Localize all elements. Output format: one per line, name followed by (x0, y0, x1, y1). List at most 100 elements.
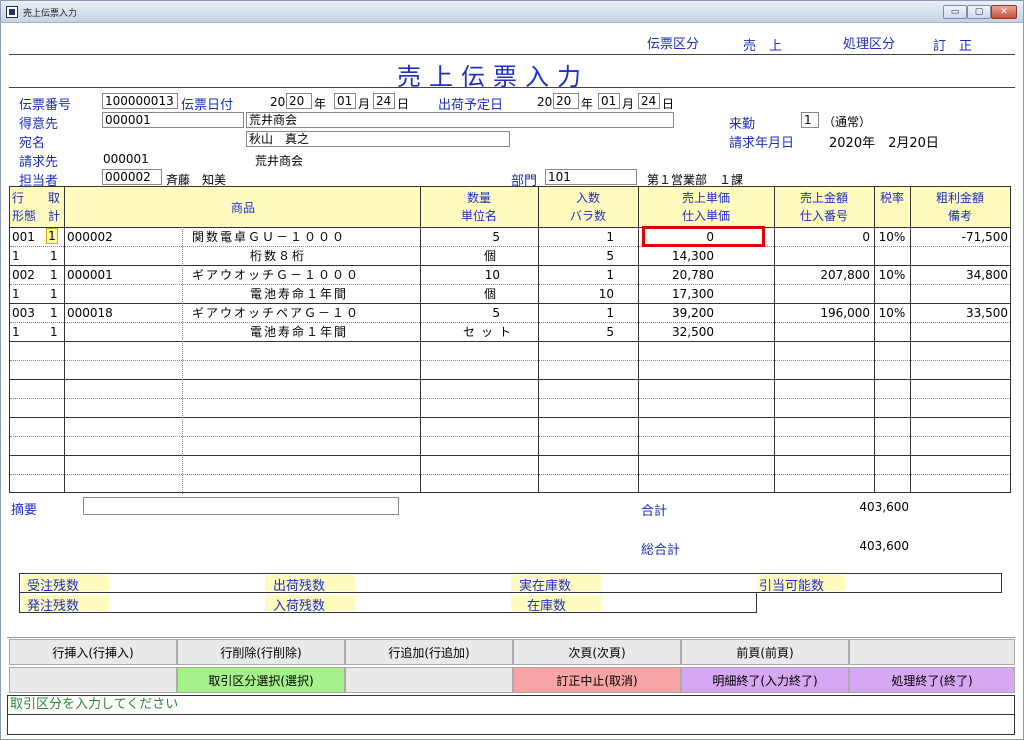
end-detail-button[interactable]: 明細終了(入力終了) (681, 667, 849, 693)
row-arari: -71,500 (961, 230, 1008, 244)
hdr-shiire-tanka: 仕入単価 (681, 209, 730, 223)
hdr-uri-kingaku: 売上金額 (799, 191, 848, 205)
row-code: 000018 (67, 306, 113, 320)
row-uri-kingaku: 0 (862, 230, 870, 244)
row-keitai: 1 (12, 325, 20, 339)
seikyu-date-label: 請求年月日 (729, 136, 795, 151)
jitsuzaiko-label: 実在庫数 (511, 575, 601, 594)
raikin-field[interactable]: 1 (801, 112, 819, 128)
ship-month-label: 月 (622, 97, 635, 111)
select-torihiki-button[interactable]: 取引区分選択(選択) (177, 667, 345, 693)
hdr-shohin: 商品 (230, 201, 255, 215)
blank-button-2[interactable] (9, 667, 177, 693)
gokei-value: 403,600 (859, 500, 909, 514)
ship-date-label: 出荷予定日 (438, 98, 504, 113)
row-shiire-tanka: 14,300 (672, 249, 714, 263)
delete-row-button[interactable]: 行削除(行削除) (177, 639, 345, 665)
focus-highlight (642, 226, 765, 247)
end-process-button[interactable]: 処理終了(終了) (849, 667, 1015, 693)
tokuisaki-name-field[interactable]: 荒井商会 (246, 112, 674, 128)
next-page-button[interactable]: 次頁(次頁) (513, 639, 681, 665)
row-suryo: 10 (484, 268, 500, 282)
row-name: ギアウオッチペアＧ－１０ (192, 306, 361, 320)
blank-button-3[interactable] (345, 667, 513, 693)
ship-month-field[interactable]: 01 (598, 93, 620, 109)
stock-row-2 (19, 593, 757, 613)
row-suryo: 5 (492, 306, 500, 320)
tokuisaki-code-field[interactable]: 000001 (102, 112, 244, 128)
row-desc: 電池寿命１年間 (250, 325, 349, 339)
row-uri-kingaku: 196,000 (820, 306, 870, 320)
denpyo-date-label: 伝票日付 (181, 98, 234, 113)
cancel-edit-button[interactable]: 訂正中止(取消) (513, 667, 681, 693)
row-tori-input[interactable]: 1 (46, 228, 58, 244)
prev-page-button[interactable]: 前頁(前頁) (681, 639, 849, 665)
detail-grid: 行 取 形態 計 商品 数量 単位名 入数 バラ数 売上単価 仕入単価 売上金額… (9, 186, 1011, 494)
hdr-tori: 取 (48, 191, 61, 205)
row-gyo: 002 (12, 268, 35, 282)
tantosha-code-field[interactable]: 000002 (102, 169, 162, 185)
nyuka-label: 入荷残数 (265, 595, 355, 614)
status-bar-2 (7, 715, 1015, 735)
row-gyo: 001 (12, 230, 35, 244)
shukka-label: 出荷残数 (265, 575, 355, 594)
insert-row-button[interactable]: 行挿入(行挿入) (9, 639, 177, 665)
juchu-label: 受注残数 (21, 575, 109, 594)
row-gyo: 003 (12, 306, 35, 320)
row-zei: 10% (878, 306, 906, 320)
seikyu-date-value: 2020年 2月20日 (829, 136, 939, 151)
row-suryo: 5 (492, 230, 500, 244)
row-tori: 1 (50, 268, 58, 282)
add-row-button[interactable]: 行追加(行追加) (345, 639, 513, 665)
hatchu-label: 発注残数 (21, 595, 109, 614)
ship-day-field[interactable]: 24 (638, 93, 660, 109)
denpyo-kubun-label: 伝票区分 (647, 37, 700, 52)
row-code: 000002 (67, 230, 113, 244)
hdr-irisu: 入数 (575, 191, 600, 205)
ship-year-field[interactable]: 20 (553, 93, 579, 109)
denpyo-year-field[interactable]: 20 (286, 93, 312, 109)
denpyo-kubun-value: 売 上 (743, 39, 783, 54)
header-divider (9, 54, 1015, 55)
denpyo-day-field[interactable]: 24 (373, 93, 395, 109)
row-shiire-tanka: 17,300 (672, 287, 714, 301)
row-uri-tanka: 39,200 (672, 306, 714, 320)
row-desc: 桁数８桁 (250, 249, 307, 263)
atena-field[interactable]: 秋山 真之 (246, 131, 510, 147)
bumon-code-field[interactable]: 101 (545, 169, 637, 185)
seikyusaki-code: 000001 (103, 152, 149, 166)
button-divider (7, 637, 1015, 638)
shori-kubun-value: 訂 正 (933, 39, 973, 54)
raikin-label: 来勤 (729, 117, 756, 132)
atena-label: 宛名 (19, 136, 46, 151)
hdr-arari: 粗利金額 (935, 191, 984, 205)
denpyo-no-field[interactable]: 100000013 (102, 93, 178, 109)
close-button[interactable]: ✕ (991, 5, 1017, 19)
main-window: 売上伝票入力 ▭ ▢ ✕ 伝票区分 売 上 処理区分 訂 正 売上伝票入力 伝票… (0, 0, 1024, 740)
app-icon (6, 6, 18, 18)
hdr-zeiritsu: 税率 (879, 191, 904, 205)
hdr-biko: 備考 (947, 209, 972, 223)
blank-button-1[interactable] (849, 639, 1015, 665)
maximize-button[interactable]: ▢ (967, 5, 991, 19)
ship-year-label: 年 (581, 97, 594, 111)
row-keitai: 1 (12, 287, 20, 301)
ship-day-label: 日 (662, 97, 675, 111)
tekiyo-label: 摘要 (11, 503, 38, 518)
row-name: ギアウオッチＧ－１０００ (192, 268, 361, 282)
sogokei-label: 総合計 (641, 543, 681, 558)
gokei-label: 合計 (641, 504, 668, 519)
denpyo-month-field[interactable]: 01 (334, 93, 356, 109)
denpyo-date-prefix: 20 (270, 95, 286, 109)
row-tori: 1 (50, 306, 58, 320)
row-bara: 5 (606, 325, 614, 339)
row-zei: 10% (878, 230, 906, 244)
denpyo-no-label: 伝票番号 (19, 98, 72, 113)
minimize-button[interactable]: ▭ (943, 5, 967, 19)
row-kei: 1 (50, 249, 58, 263)
tekiyo-field[interactable] (83, 497, 399, 515)
zaiko-label: 在庫数 (511, 595, 601, 614)
hdr-gyo: 行 (12, 191, 25, 205)
row-kei: 1 (50, 287, 58, 301)
ship-date-prefix: 20 (537, 95, 553, 109)
